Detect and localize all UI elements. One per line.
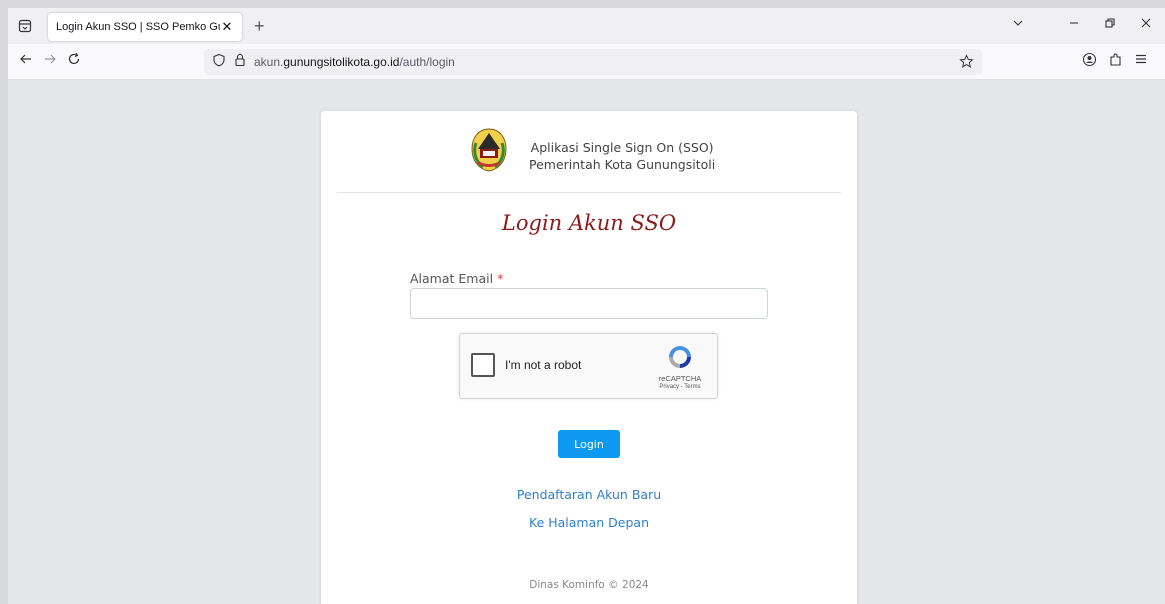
login-card: Aplikasi Single Sign On (SSO) Pemerintah…	[321, 111, 857, 604]
register-link[interactable]: Pendaftaran Akun Baru	[321, 487, 857, 502]
recaptcha-logo-icon	[666, 343, 694, 371]
pemko-gunungsitoli-logo	[469, 125, 509, 175]
list-all-tabs-icon[interactable]	[16, 17, 34, 35]
app-title-line-1: Aplikasi Single Sign On (SSO)	[530, 140, 714, 155]
url-domain: gunungsitolikota.go.id	[283, 55, 400, 69]
star-icon[interactable]	[959, 54, 974, 74]
required-mark: *	[497, 271, 504, 286]
recaptcha-widget: I'm not a robot reCAPTCHA Privacy - Term…	[459, 333, 718, 399]
url-prefix: akun.	[254, 55, 284, 69]
new-tab-button[interactable]: +	[254, 17, 265, 35]
email-field[interactable]	[410, 288, 768, 319]
footer-text: Dinas Kominfo © 2024	[529, 579, 649, 591]
login-button[interactable]: Login	[558, 430, 620, 458]
recaptcha-brand: reCAPTCHA	[658, 374, 702, 383]
page-viewport: Aplikasi Single Sign On (SSO) Pemerintah…	[8, 80, 1165, 604]
tab-bar: Login Akun SSO | SSO Pemko Gunu ✕ +	[8, 8, 1165, 44]
minimize-icon[interactable]	[1064, 16, 1084, 32]
back-arrow-icon[interactable]	[16, 52, 36, 72]
extensions-icon[interactable]	[1104, 52, 1126, 71]
email-label-text: Alamat Email	[410, 271, 494, 286]
forward-arrow-icon[interactable]	[40, 52, 60, 72]
window-close-icon[interactable]	[1136, 16, 1156, 32]
tab-login-sso[interactable]: Login Akun SSO | SSO Pemko Gunu ✕	[48, 13, 242, 41]
recaptcha-checkbox[interactable]	[471, 353, 495, 377]
recaptcha-label: I'm not a robot	[505, 358, 582, 372]
reload-icon[interactable]	[64, 52, 84, 72]
app-title-line-2: Pemerintah Kota Gunungsitoli	[529, 157, 716, 172]
account-icon[interactable]	[1078, 52, 1100, 71]
navigation-toolbar: akun.gunungsitolikota.go.id/auth/login	[8, 44, 1165, 80]
shield-icon[interactable]	[212, 53, 226, 72]
chevron-down-icon[interactable]	[1008, 16, 1028, 32]
tab-title: Login Akun SSO | SSO Pemko Gunu	[56, 21, 220, 33]
email-label: Alamat Email *	[410, 271, 503, 286]
url-path: /auth/login	[399, 55, 455, 69]
login-heading: Login Akun SSO	[501, 211, 677, 235]
restore-icon[interactable]	[1100, 16, 1120, 32]
lock-icon[interactable]	[234, 53, 246, 72]
home-link[interactable]: Ke Halaman Depan	[321, 515, 857, 530]
hamburger-menu-icon[interactable]	[1130, 52, 1152, 70]
close-icon[interactable]: ✕	[220, 19, 234, 35]
card-header: Aplikasi Single Sign On (SSO) Pemerintah…	[337, 111, 841, 193]
address-bar[interactable]: akun.gunungsitolikota.go.id/auth/login	[204, 49, 982, 75]
url-text[interactable]: akun.gunungsitolikota.go.id/auth/login	[254, 55, 455, 69]
recaptcha-privacy-terms[interactable]: Privacy - Terms	[648, 384, 712, 390]
app-title: Aplikasi Single Sign On (SSO) Pemerintah…	[529, 139, 715, 173]
